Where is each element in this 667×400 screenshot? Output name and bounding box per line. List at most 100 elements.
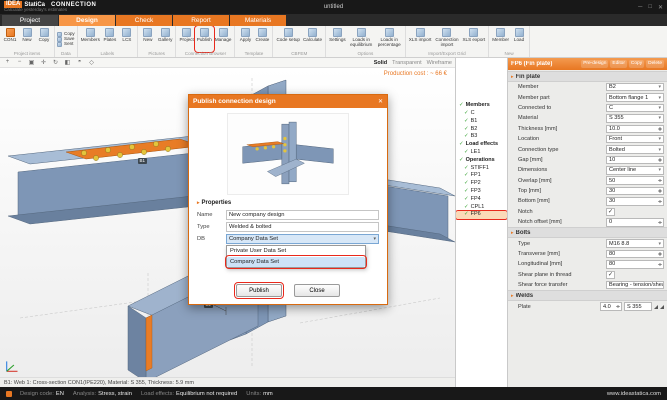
ribbon-button[interactable]: Calculate (302, 27, 323, 51)
property-value[interactable]: M16 8.8 (606, 239, 664, 248)
zoom-out-icon[interactable]: − (15, 59, 24, 66)
tree-item[interactable]: ✓ STIFF1 (456, 164, 507, 172)
property-value[interactable]: Bottom flange 1 (606, 93, 664, 102)
properties-header-button[interactable]: Copy (629, 60, 644, 68)
dialog-field-value[interactable]: New company design (226, 210, 379, 220)
tree-item[interactable]: ✓ Load effects (456, 141, 507, 149)
publish-button[interactable]: Publish (236, 284, 282, 297)
dropdown-option[interactable]: Private User Data Set (227, 246, 365, 257)
ribbon-button[interactable]: Loads in equilibrium (348, 27, 375, 51)
dialog-close-button[interactable]: Close (294, 284, 340, 297)
zoom-fit-icon[interactable]: ▣ (27, 59, 36, 66)
ribbon-button[interactable]: CON1 (2, 27, 18, 51)
view-mode-button[interactable]: Wireframe (427, 60, 452, 66)
maximize-icon[interactable]: □ (648, 4, 652, 11)
property-value[interactable]: 10 (606, 156, 664, 165)
tree-item[interactable]: ✓ FP6 (456, 211, 507, 219)
ribbon-button[interactable]: Load (511, 27, 527, 51)
properties-header-button[interactable]: Pre-design (581, 60, 608, 68)
ribbon-button[interactable]: Publish (196, 27, 213, 51)
property-value[interactable]: Bolted (606, 145, 664, 154)
dialog-titlebar[interactable]: Publish connection design ✕ (189, 95, 387, 108)
property-value[interactable]: Bearing - tension/shear (606, 281, 664, 290)
view-mode-button[interactable]: Transparent (392, 60, 421, 66)
ribbon-button[interactable]: New (140, 27, 156, 51)
ribbon-button[interactable]: LCS (119, 27, 135, 51)
dialog-close-icon[interactable]: ✕ (378, 98, 383, 105)
pan-icon[interactable]: ✛ (39, 59, 48, 66)
tree-item[interactable]: ✓ C (456, 110, 507, 118)
ribbon-tab[interactable]: Design (59, 15, 115, 26)
ribbon-button[interactable]: XLS import (408, 27, 433, 51)
top-view-icon[interactable]: ◓ (75, 59, 84, 66)
property-value[interactable]: 0 (606, 218, 664, 227)
properties-header-button[interactable]: Editor (610, 60, 627, 68)
property-value[interactable]: Front (606, 135, 664, 144)
ribbon-button[interactable]: Plates (102, 27, 118, 51)
website-link[interactable]: www.ideastatica.com (607, 391, 661, 397)
tree-item[interactable]: ✓ FP4 (456, 196, 507, 204)
tree-item[interactable]: ✓ B1 (456, 118, 507, 126)
ribbon-tab[interactable]: Report (173, 15, 229, 26)
axes-triad-icon (4, 356, 22, 374)
property-value[interactable]: Center line (606, 166, 664, 175)
tree-item[interactable]: ✓ Members (456, 102, 507, 110)
zoom-in-icon[interactable]: + (3, 59, 12, 66)
property-value[interactable]: S 355 (606, 114, 664, 123)
property-value[interactable]: 4.0 (600, 302, 622, 311)
tree-item[interactable]: ✓ Operations (456, 157, 507, 165)
property-value[interactable]: 80 (606, 250, 664, 259)
tree-item[interactable]: ✓ FP1 (456, 172, 507, 180)
view-mode-button[interactable]: Solid (374, 60, 387, 66)
property-value-secondary[interactable]: S 355 (624, 302, 652, 311)
properties-header-button[interactable]: Delete (646, 60, 664, 68)
ribbon-button[interactable]: New (19, 27, 35, 51)
ribbon-button[interactable]: Sent (57, 42, 75, 47)
ribbon-tab[interactable]: Check (116, 15, 172, 26)
property-value[interactable]: ✓ (606, 271, 615, 279)
tree-item-label: B1 (471, 119, 478, 125)
property-value[interactable]: 30 (606, 197, 664, 206)
ribbon-tab[interactable]: Materials (230, 15, 286, 26)
rotate-icon[interactable]: ↻ (51, 59, 60, 66)
tree-item[interactable]: ✓ B3 (456, 133, 507, 141)
property-value[interactable]: 10.0 (606, 125, 664, 134)
tree-item[interactable]: ✓ FP3 (456, 188, 507, 196)
property-value[interactable]: 50 (606, 176, 664, 185)
ribbon-button-icon (241, 28, 250, 37)
front-view-icon[interactable]: ◧ (63, 59, 72, 66)
property-value[interactable]: ✓ (606, 208, 615, 216)
tree-item-label: STIFF1 (471, 166, 489, 172)
ribbon-group-label: CBFEM (275, 51, 323, 57)
ribbon-tab[interactable]: Project (2, 15, 58, 26)
minimize-icon[interactable]: ─ (638, 4, 642, 11)
tree-item[interactable]: ✓ B2 (456, 125, 507, 133)
ribbon-button[interactable]: Settings (328, 27, 347, 51)
tree-item[interactable]: ✓ FP2 (456, 180, 507, 188)
iso-view-icon[interactable]: ◇ (87, 59, 96, 66)
property-value[interactable]: 80 (606, 260, 664, 269)
ribbon-button[interactable]: Gallery (157, 27, 174, 51)
ribbon-button[interactable]: Code setup (275, 27, 301, 51)
ribbon-button[interactable]: Connection import (433, 27, 460, 51)
tree-item[interactable]: ✓ CPL1 (456, 203, 507, 211)
viewport-3d[interactable]: +−▣✛↻◧◓◇ Solid Transparent Wireframe (0, 58, 455, 387)
dialog-field-value[interactable]: Welded & bolted (226, 222, 379, 232)
dropdown-option[interactable]: Company Data Set (227, 257, 365, 268)
ribbon-button[interactable]: Loads in percentage (376, 27, 403, 51)
member-label[interactable]: B1 (138, 158, 147, 164)
property-value[interactable]: 30 (606, 187, 664, 196)
dialog-field-value[interactable]: Company Data Set (226, 234, 379, 244)
ribbon-button[interactable]: Manage (214, 27, 233, 51)
ribbon-button[interactable]: Create (254, 27, 270, 51)
ribbon-button[interactable]: Project (178, 27, 194, 51)
property-value[interactable]: C (606, 104, 664, 113)
property-value[interactable]: B2 (606, 83, 664, 92)
ribbon-button[interactable]: Members (80, 27, 101, 51)
ribbon-button[interactable]: Apply (237, 27, 253, 51)
close-icon[interactable]: ✕ (658, 4, 663, 11)
ribbon-button[interactable]: Copy (36, 27, 52, 51)
ribbon-button[interactable]: XLS export (461, 27, 486, 51)
ribbon-button[interactable]: Member (491, 27, 510, 51)
tree-item[interactable]: ✓ LE1 (456, 149, 507, 157)
